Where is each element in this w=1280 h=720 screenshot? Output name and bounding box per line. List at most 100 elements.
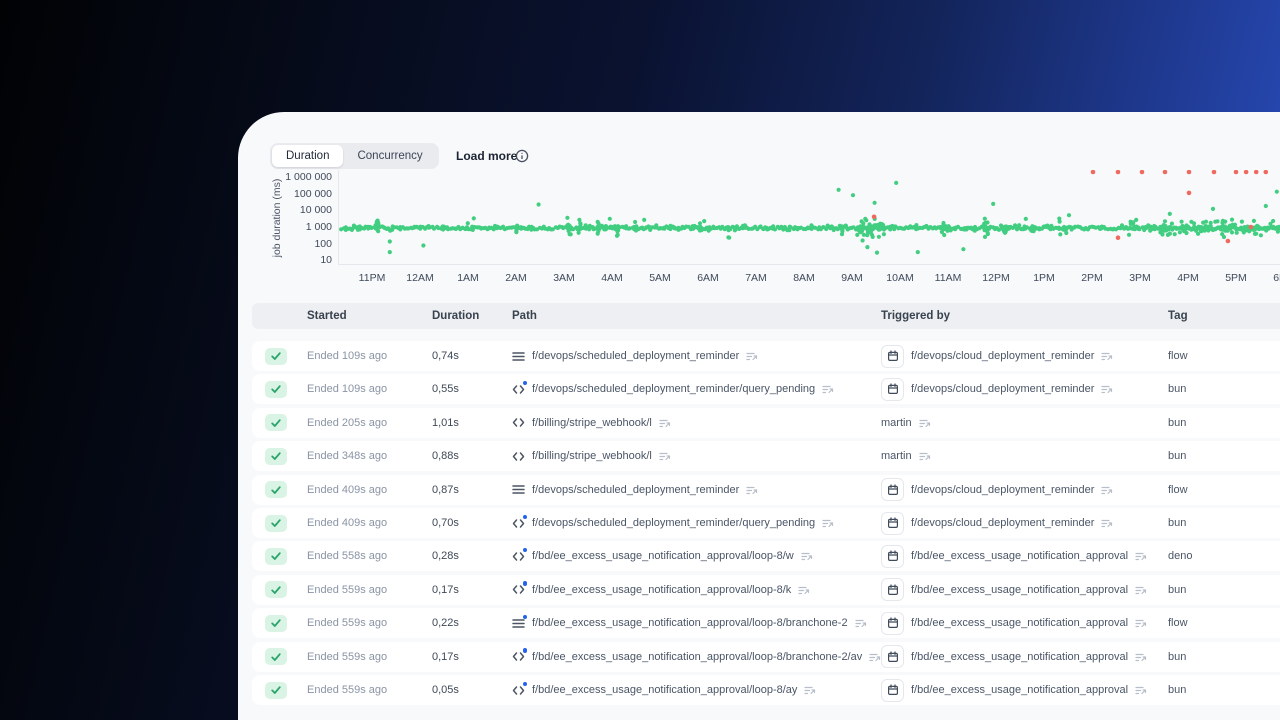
- tab-concurrency[interactable]: Concurrency: [343, 145, 436, 167]
- y-axis-label: job duration (ms): [271, 178, 283, 258]
- schedule-icon: [881, 544, 904, 568]
- tag-cell: deno: [1168, 550, 1193, 563]
- duration-cell: 0,05s: [432, 684, 459, 696]
- tag-cell: bun: [1168, 383, 1187, 396]
- trigger-link[interactable]: f/devops/cloud_deployment_reminder: [911, 341, 1094, 371]
- path-link[interactable]: f/bd/ee_excess_usage_notification_approv…: [532, 675, 797, 705]
- tag-cell: bun: [1168, 684, 1187, 696]
- tag-cell: flow: [1168, 617, 1188, 630]
- script-icon: [512, 416, 525, 429]
- path-link[interactable]: f/billing/stripe_webhook/l: [532, 441, 652, 471]
- filter-icon[interactable]: [804, 684, 816, 696]
- success-status-icon: [265, 581, 287, 599]
- trigger-cell: f/devops/cloud_deployment_reminder: [881, 475, 1113, 505]
- filter-icon[interactable]: [1135, 617, 1147, 629]
- table-row[interactable]: Ended 109s ago 0,55s f/devops/scheduled_…: [252, 374, 1280, 405]
- path-link[interactable]: f/bd/ee_excess_usage_notification_approv…: [532, 608, 848, 638]
- y-tick: 100 000: [294, 187, 332, 200]
- flow-icon: [512, 614, 527, 630]
- trigger-link[interactable]: f/bd/ee_excess_usage_notification_approv…: [911, 642, 1128, 672]
- filter-icon[interactable]: [1135, 684, 1147, 696]
- filter-icon[interactable]: [659, 450, 671, 462]
- table-row[interactable]: Ended 409s ago 0,87s f/devops/scheduled_…: [252, 474, 1280, 505]
- filter-icon[interactable]: [798, 584, 810, 596]
- trigger-link[interactable]: f/bd/ee_excess_usage_notification_approv…: [911, 575, 1128, 605]
- filter-icon[interactable]: [918, 450, 931, 462]
- trigger-link[interactable]: f/devops/cloud_deployment_reminder: [911, 374, 1094, 404]
- table-row[interactable]: Ended 109s ago 0,74s f/devops/scheduled_…: [252, 341, 1280, 371]
- trigger-link[interactable]: f/devops/cloud_deployment_reminder: [911, 475, 1094, 505]
- started-cell: Ended 348s ago: [307, 450, 388, 463]
- duration-cell: 0,74s: [432, 350, 459, 362]
- filter-icon[interactable]: [801, 550, 813, 562]
- trigger-link[interactable]: f/bd/ee_excess_usage_notification_approv…: [911, 541, 1128, 571]
- filter-icon[interactable]: [1101, 350, 1113, 362]
- trigger-link[interactable]: f/bd/ee_excess_usage_notification_approv…: [911, 675, 1128, 705]
- info-icon[interactable]: [515, 149, 529, 163]
- path-link[interactable]: f/devops/scheduled_deployment_reminder: [532, 341, 739, 371]
- duration-cell: 0,88s: [432, 450, 459, 463]
- script-icon: [512, 681, 527, 697]
- success-status-icon: [265, 447, 287, 465]
- table-row[interactable]: Ended 559s ago 0,17s f/bd/ee_excess_usag…: [252, 641, 1280, 672]
- draft-dot: [522, 648, 527, 653]
- x-tick: 7AM: [745, 272, 767, 284]
- tag-cell: bun: [1168, 450, 1187, 463]
- filter-icon[interactable]: [1135, 550, 1147, 562]
- duration-cell: 0,17s: [432, 583, 459, 596]
- trigger-link[interactable]: f/bd/ee_excess_usage_notification_approv…: [911, 608, 1128, 638]
- filter-icon[interactable]: [1101, 484, 1113, 496]
- trigger-link[interactable]: martin: [881, 441, 912, 471]
- path-cell: f/bd/ee_excess_usage_notification_approv…: [512, 575, 810, 605]
- filter-icon[interactable]: [1101, 517, 1113, 529]
- filter-icon[interactable]: [1101, 383, 1113, 395]
- table-row[interactable]: Ended 559s ago 0,05s f/bd/ee_excess_usag…: [252, 675, 1280, 705]
- filter-icon[interactable]: [1135, 651, 1147, 663]
- table-row[interactable]: Ended 559s ago 0,17s f/bd/ee_excess_usag…: [252, 574, 1280, 605]
- path-link[interactable]: f/bd/ee_excess_usage_notification_approv…: [532, 642, 862, 672]
- table-row[interactable]: Ended 348s ago 0,88s f/billing/stripe_we…: [252, 441, 1280, 472]
- x-tick: 11AM: [934, 272, 962, 284]
- filter-icon[interactable]: [918, 417, 931, 429]
- trigger-link[interactable]: martin: [881, 408, 912, 438]
- filter-icon[interactable]: [746, 484, 758, 496]
- tab-duration[interactable]: Duration: [272, 145, 344, 167]
- table-row[interactable]: Ended 205s ago 1,01s f/billing/stripe_we…: [252, 407, 1280, 438]
- filter-icon[interactable]: [822, 383, 834, 395]
- runs-panel: Duration Concurrency Load more job durat…: [238, 112, 1280, 720]
- trigger-cell: f/bd/ee_excess_usage_notification_approv…: [881, 642, 1147, 672]
- path-cell: f/bd/ee_excess_usage_notification_approv…: [512, 675, 816, 705]
- load-more-button[interactable]: Load more: [456, 143, 517, 169]
- y-tick: 100: [314, 237, 332, 250]
- x-tick: 12PM: [982, 272, 1010, 284]
- filter-icon[interactable]: [659, 417, 671, 429]
- x-tick: 5PM: [1225, 272, 1247, 284]
- filter-icon[interactable]: [1135, 584, 1147, 596]
- path-link[interactable]: f/bd/ee_excess_usage_notification_approv…: [532, 541, 794, 571]
- x-tick: 4PM: [1177, 272, 1199, 284]
- path-link[interactable]: f/billing/stripe_webhook/l: [532, 408, 652, 438]
- path-link[interactable]: f/devops/scheduled_deployment_reminder/q…: [532, 508, 815, 538]
- started-cell: Ended 205s ago: [307, 416, 388, 429]
- x-tick: 10AM: [886, 272, 914, 284]
- filter-icon[interactable]: [822, 517, 834, 529]
- page-background: Duration Concurrency Load more job durat…: [0, 0, 1280, 720]
- duration-cell: 0,55s: [432, 383, 459, 396]
- table-row[interactable]: Ended 558s ago 0,28s f/bd/ee_excess_usag…: [252, 541, 1280, 572]
- filter-icon[interactable]: [854, 617, 867, 629]
- column-header: Triggered by: [881, 310, 951, 322]
- trigger-link[interactable]: f/devops/cloud_deployment_reminder: [911, 508, 1094, 538]
- success-status-icon: [265, 681, 287, 699]
- path-link[interactable]: f/devops/scheduled_deployment_reminder: [532, 475, 739, 505]
- draft-dot: [522, 581, 527, 586]
- path-link[interactable]: f/bd/ee_excess_usage_notification_approv…: [532, 575, 791, 605]
- success-status-icon: [265, 648, 287, 666]
- path-cell: f/devops/scheduled_deployment_reminder: [512, 341, 758, 371]
- filter-icon[interactable]: [746, 350, 758, 362]
- path-link[interactable]: f/devops/scheduled_deployment_reminder/q…: [532, 374, 815, 404]
- duration-scatter-chart[interactable]: [338, 170, 1280, 265]
- flow-icon: [512, 483, 525, 496]
- table-row[interactable]: Ended 559s ago 0,22s f/bd/ee_excess_usag…: [252, 608, 1280, 639]
- filter-icon[interactable]: [869, 651, 881, 663]
- table-row[interactable]: Ended 409s ago 0,70s f/devops/scheduled_…: [252, 508, 1280, 538]
